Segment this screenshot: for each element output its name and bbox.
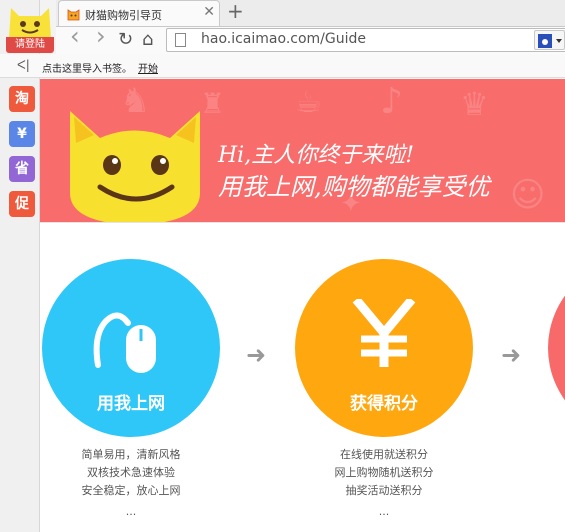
step-browse-circle[interactable]: 用我上网: [42, 259, 220, 437]
banner-headline-line2: 用我上网,购物都能享受优: [218, 173, 490, 201]
decor-music-icon: ♪: [380, 81, 403, 122]
description-line: 安全稳定，放心上网: [81, 484, 181, 497]
tab-guide[interactable]: 财猫购物引导页 ✕: [58, 0, 220, 27]
sidebar: 请登陆 淘 ¥ 省 促: [0, 0, 54, 532]
yen-icon: [352, 299, 416, 367]
home-button[interactable]: ⌂: [142, 29, 153, 51]
page-content: ♞ ♜ ☕ ♪ ♛ ☺ ✦ Hi,主人你终于来啦! 用我上网,购物都能享受优 用…: [40, 79, 565, 532]
login-label[interactable]: 请登陆: [6, 37, 54, 53]
mouse-icon: [93, 312, 156, 373]
hero-banner: ♞ ♜ ☕ ♪ ♛ ☺ ✦ Hi,主人你终于来啦! 用我上网,购物都能享受优: [40, 79, 565, 222]
start-link[interactable]: 开始: [138, 60, 158, 75]
step-third-circle[interactable]: [548, 259, 565, 437]
banner-headline-line1: Hi,主人你终于来啦!: [218, 143, 415, 168]
decor-bag-icon: ♛: [460, 85, 489, 123]
reload-button[interactable]: ↻: [118, 29, 133, 51]
back-button[interactable]: ‹: [70, 24, 80, 48]
description-line: 双核技术急速体验: [87, 466, 175, 479]
import-bookmarks-prompt[interactable]: 点击这里导入书签。: [42, 60, 132, 75]
yen-button[interactable]: ¥: [9, 121, 35, 147]
step-points-title: 获得积分: [350, 394, 418, 414]
tab-close-icon[interactable]: ✕: [203, 4, 215, 20]
description-line: 在线使用就送积分: [340, 448, 428, 461]
step-browse-description: 简单易用，清新风格 双核技术急速体验 安全稳定，放心上网: [42, 446, 220, 500]
save-button[interactable]: 省: [9, 156, 35, 182]
step-points-circle[interactable]: 获得积分: [295, 259, 473, 437]
page-icon: [175, 33, 186, 47]
taobao-button[interactable]: 淘: [9, 86, 35, 112]
promo-button[interactable]: 促: [9, 191, 35, 217]
cat-avatar-icon: [9, 8, 51, 38]
step-arrow-2: ➜: [501, 341, 522, 369]
description-line: 网上购物随机送积分: [334, 466, 434, 479]
extension-button[interactable]: [534, 30, 565, 50]
step-points-more[interactable]: ...: [295, 505, 473, 518]
cat-favicon-icon: [67, 9, 80, 21]
tab-strip: 财猫购物引导页 ✕ +: [56, 0, 565, 27]
decor-cup-icon: ☕: [295, 85, 322, 120]
description-line: 抽奖活动送积分: [345, 484, 423, 497]
tab-title: 财猫购物引导页: [85, 9, 162, 22]
step-points-description: 在线使用就送积分 网上购物随机送积分 抽奖活动送积分: [295, 446, 473, 500]
step-browse-more[interactable]: ...: [42, 505, 220, 518]
step-arrow-1: ➜: [246, 341, 267, 369]
divider: [40, 222, 565, 223]
forward-button[interactable]: ›: [96, 24, 106, 48]
step-browse-title: 用我上网: [97, 394, 165, 414]
new-tab-button[interactable]: +: [227, 0, 244, 22]
description-line: 简单易用，清新风格: [81, 448, 181, 461]
bookmark-back-icon[interactable]: ᐸ|: [17, 58, 30, 72]
cat-mascot-icon: [70, 111, 200, 222]
decor-face-icon: ☺: [510, 175, 546, 215]
bookmark-bar: ᐸ| 点击这里导入书签。 开始: [0, 54, 565, 78]
paw-icon: [538, 34, 562, 48]
toolbar: ‹ › ↻ ⌂ hao.icaimao.com/Guide ☆: [56, 24, 565, 54]
address-bar[interactable]: hao.icaimao.com/Guide ☆: [166, 28, 565, 52]
address-url[interactable]: hao.icaimao.com/Guide: [201, 31, 366, 47]
